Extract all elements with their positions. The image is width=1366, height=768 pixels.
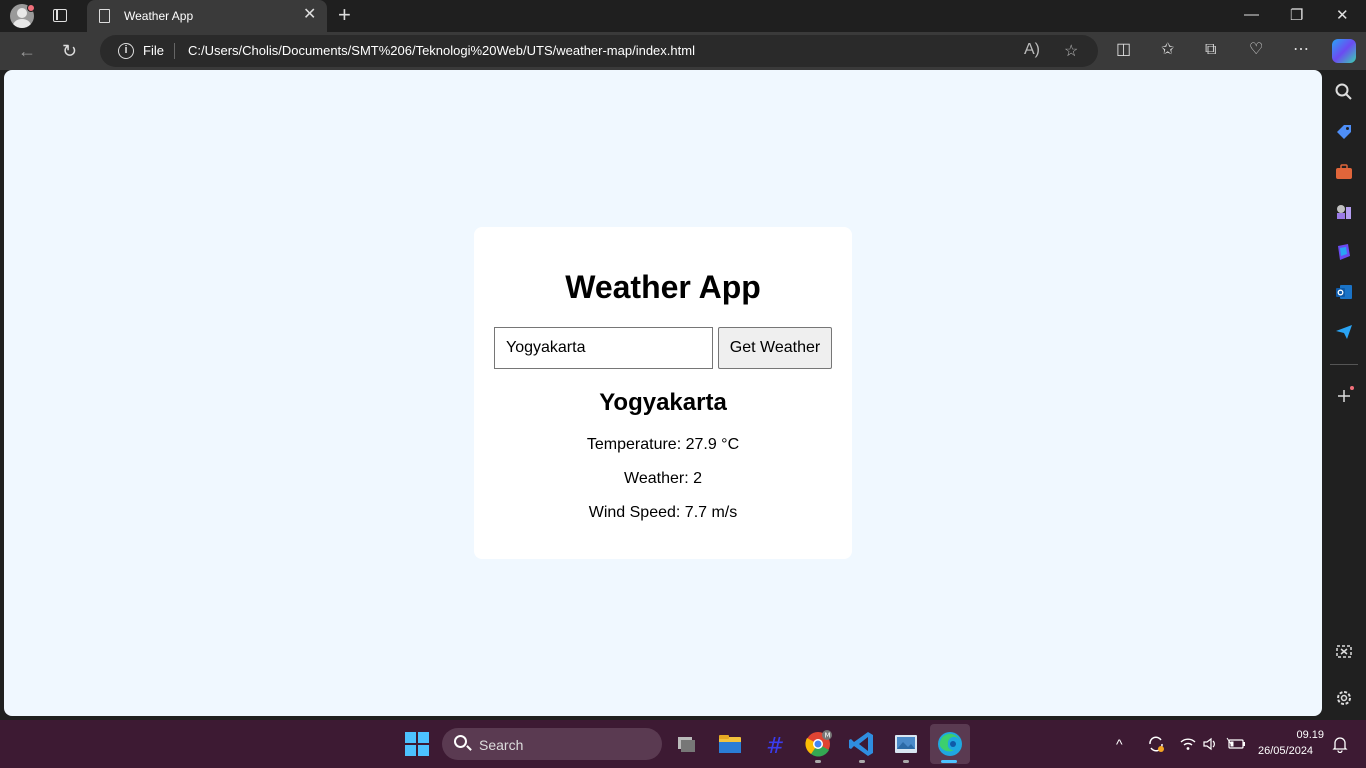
- browser-toolbar: ← ↻ i File C:/Users/Cholis/Documents/SMT…: [0, 32, 1366, 70]
- notification-bell-icon[interactable]: [1331, 735, 1349, 753]
- clock-date[interactable]: 26/05/2024: [1258, 745, 1313, 757]
- clock-time[interactable]: 09.19: [1292, 729, 1324, 741]
- running-indicator: [903, 760, 909, 763]
- running-indicator: [941, 760, 957, 763]
- chevron-up-icon[interactable]: ^: [1116, 736, 1123, 752]
- running-indicator: [815, 760, 821, 763]
- page-viewport: Weather App Get Weather Yogyakarta Tempe…: [4, 70, 1322, 716]
- tab-weather-app[interactable]: Weather App ✕: [87, 0, 327, 32]
- photos-icon[interactable]: [890, 728, 922, 760]
- sidebar-divider: [1330, 364, 1358, 365]
- volume-icon[interactable]: [1202, 736, 1218, 752]
- add-icon[interactable]: [1334, 386, 1354, 406]
- battery-icon[interactable]: [1226, 736, 1246, 752]
- outlook-icon[interactable]: [1334, 282, 1354, 302]
- running-indicator: [859, 760, 865, 763]
- minimize-icon[interactable]: —: [1244, 6, 1259, 23]
- divider: [174, 43, 175, 59]
- read-aloud-icon[interactable]: A): [1024, 41, 1040, 59]
- search-label: Search: [479, 737, 524, 753]
- sync-icon[interactable]: [1146, 734, 1166, 754]
- svg-text:#: #: [766, 734, 784, 759]
- settings-gear-icon[interactable]: [1334, 688, 1354, 708]
- address-bar[interactable]: i File C:/Users/Cholis/Documents/SMT%206…: [100, 35, 1098, 67]
- refresh-icon[interactable]: ↻: [62, 39, 77, 63]
- tab-actions-icon[interactable]: [50, 6, 70, 26]
- tab-strip: Weather App ✕ + — ❐ ✕: [0, 0, 1366, 32]
- copilot-sidebar-icon[interactable]: [1334, 242, 1354, 262]
- edge-icon[interactable]: [934, 728, 966, 760]
- send-icon[interactable]: [1334, 322, 1354, 342]
- file-explorer-icon[interactable]: [714, 728, 746, 760]
- chrome-icon[interactable]: M: [802, 728, 834, 760]
- get-weather-button[interactable]: Get Weather: [718, 327, 832, 369]
- info-icon[interactable]: i: [118, 43, 134, 59]
- more-menu-icon[interactable]: ⋯: [1293, 40, 1309, 60]
- games-icon[interactable]: [1334, 202, 1354, 222]
- svg-text:M: M: [825, 732, 831, 740]
- collections-icon[interactable]: ⧉: [1205, 40, 1216, 60]
- city-heading: Yogyakarta: [599, 389, 727, 416]
- restore-icon[interactable]: ❐: [1290, 6, 1303, 24]
- favorites-icon[interactable]: ✩: [1161, 40, 1174, 60]
- page-icon: [99, 9, 110, 23]
- screenshot-icon[interactable]: [1334, 642, 1354, 662]
- page-title: Weather App: [565, 269, 761, 305]
- copilot-icon[interactable]: [1332, 39, 1356, 63]
- close-tab-icon[interactable]: ✕: [303, 7, 316, 23]
- city-input[interactable]: [494, 327, 713, 369]
- shopping-tag-icon[interactable]: [1334, 122, 1354, 142]
- file-label: File: [143, 43, 164, 58]
- vscode-icon[interactable]: [846, 728, 878, 760]
- back-icon[interactable]: ←: [18, 39, 36, 63]
- taskbar-search[interactable]: Search: [442, 728, 662, 760]
- search-icon[interactable]: [1334, 82, 1354, 102]
- close-window-icon[interactable]: ✕: [1336, 6, 1349, 24]
- weather-text: Weather: 2: [624, 470, 702, 487]
- url-text[interactable]: C:/Users/Cholis/Documents/SMT%206/Teknol…: [188, 43, 695, 58]
- edge-sidebar: [1322, 70, 1366, 720]
- browser-essentials-icon[interactable]: ♡: [1249, 40, 1263, 60]
- weather-card: Weather App Get Weather Yogyakarta Tempe…: [474, 227, 852, 559]
- tools-icon[interactable]: [1334, 162, 1354, 182]
- editor-hash-icon[interactable]: #: [758, 728, 790, 760]
- task-view-icon[interactable]: [670, 728, 702, 760]
- notification-dot: [27, 4, 35, 12]
- wifi-icon[interactable]: [1180, 736, 1196, 752]
- wind-speed-text: Wind Speed: 7.7 m/s: [588, 504, 738, 521]
- favorite-star-icon[interactable]: ☆: [1064, 41, 1078, 61]
- split-screen-icon[interactable]: ◫: [1116, 40, 1131, 60]
- search-icon: [454, 735, 467, 748]
- tab-title: Weather App: [124, 9, 194, 23]
- start-windows-icon[interactable]: [405, 732, 429, 756]
- temperature-text: Temperature: 27.9 °C: [586, 436, 740, 453]
- new-tab-icon[interactable]: +: [338, 3, 351, 27]
- taskbar: Search # M ^ 09.19 26/05/2024: [0, 720, 1366, 768]
